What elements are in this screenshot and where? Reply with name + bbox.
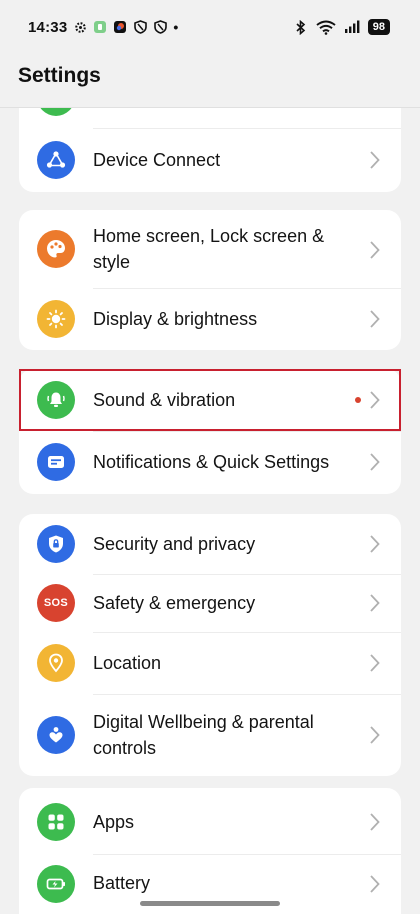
settings-list[interactable]: Device Connect Home screen, Lock screen … [0,108,420,914]
wifi-icon [316,20,336,35]
scrolled-item-icon [37,108,75,116]
more-notifications-dot: • [173,19,179,35]
location-pin-icon [37,644,75,682]
settings-item-label: Notifications & Quick Settings [93,452,330,472]
settings-item-label: Security and privacy [93,534,256,554]
settings-item-label: Location [93,653,162,673]
settings-item-notifications[interactable]: Notifications & Quick Settings [19,431,401,494]
signal-icon [344,20,360,34]
app-notification-icon [113,20,127,34]
chevron-right-icon [370,594,380,612]
new-feature-badge [355,397,361,403]
chevron-right-icon [370,151,380,169]
status-time: 14:33 [28,18,68,36]
chevron-right-icon [370,453,380,471]
chevron-right-icon [370,813,380,831]
settings-item-label: Apps [93,812,135,832]
settings-item-label: Sound & vibration [93,390,236,410]
shield-icon [153,20,167,34]
gear-icon [73,20,87,34]
bluetooth-icon [294,19,308,35]
settings-item-security-privacy[interactable]: Security and privacy [19,514,401,574]
settings-group: Sound & vibration Notifications & Quick … [19,369,401,494]
heart-person-icon [37,716,75,754]
settings-item-device-connect[interactable]: Device Connect [19,128,401,192]
sos-icon: SOS [37,584,75,622]
chevron-right-icon [370,654,380,672]
chevron-right-icon [370,391,380,409]
page-title: Settings [18,64,101,87]
sun-icon [37,300,75,338]
settings-item-safety-emergency[interactable]: SOS Safety & emergency [19,574,401,632]
settings-group: Apps Battery [19,788,401,914]
settings-item-label: Home screen, Lock screen & style [93,226,325,272]
shield-lock-icon [37,525,75,563]
settings-group: Home screen, Lock screen & style Display… [19,210,401,350]
settings-item-digital-wellbeing[interactable]: Digital Wellbeing & parental controls [19,694,401,776]
settings-item-home-screen[interactable]: Home screen, Lock screen & style [19,210,401,288]
chevron-right-icon [370,875,380,893]
palette-icon [37,230,75,268]
battery-level: 98 [367,19,390,35]
settings-item-label: Battery [93,873,151,893]
app-notification-icon [93,20,107,34]
settings-item-location[interactable]: Location [19,632,401,694]
apps-grid-icon [37,803,75,841]
chevron-right-icon [370,310,380,328]
settings-item-sound-vibration[interactable]: Sound & vibration [19,369,401,431]
bell-icon [37,381,75,419]
settings-group: Device Connect [19,108,401,192]
settings-item-apps[interactable]: Apps [19,788,401,854]
settings-item-label: Display & brightness [93,309,258,329]
status-bar: 14:33 • 98 [0,0,420,54]
device-connect-icon [37,141,75,179]
settings-item-label: Safety & emergency [93,593,256,613]
settings-group: Security and privacy SOS Safety & emerge… [19,514,401,776]
home-indicator[interactable] [140,901,280,906]
shield-icon [133,20,147,34]
settings-item-label: Digital Wellbeing & parental controls [93,712,314,758]
chevron-right-icon [370,241,380,259]
battery-icon [37,865,75,903]
chevron-right-icon [370,726,380,744]
chevron-right-icon [370,535,380,553]
settings-item-label: Device Connect [93,150,221,170]
sos-icon-label: SOS [43,597,69,609]
settings-item-display-brightness[interactable]: Display & brightness [19,288,401,350]
notification-icon [37,443,75,481]
